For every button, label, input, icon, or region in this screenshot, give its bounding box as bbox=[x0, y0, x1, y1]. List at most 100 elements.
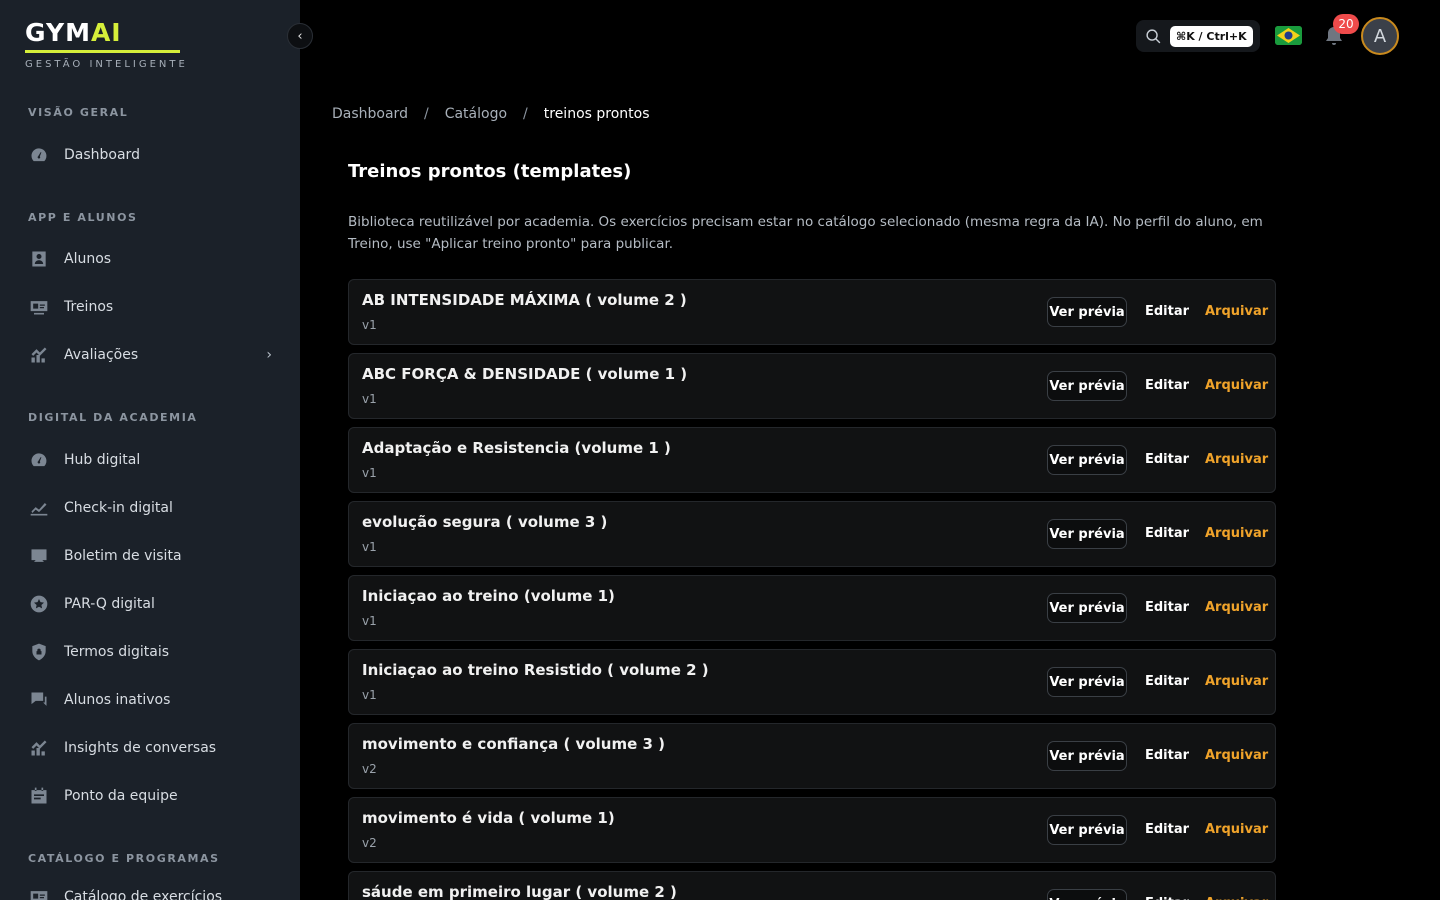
edit-button[interactable]: Editar bbox=[1145, 600, 1189, 615]
template-name: sáude em primeiro lugar ( volume 2 ) bbox=[362, 883, 677, 900]
templates-list: AB INTENSIDADE MÁXIMA ( volume 2 ) v1 Ver … bbox=[348, 279, 1276, 900]
breadcrumb-catalogo[interactable]: Catálogo bbox=[445, 106, 507, 122]
template-version: v1 bbox=[362, 318, 377, 332]
brand-name: GYMAI bbox=[25, 18, 188, 48]
gauge-icon bbox=[28, 145, 50, 165]
sidebar-item-dashboard[interactable]: Dashboard bbox=[28, 140, 278, 170]
edit-button[interactable]: Editar bbox=[1145, 896, 1189, 900]
gauge-icon bbox=[28, 450, 50, 470]
sidebar-collapse-button[interactable]: ‹ bbox=[287, 23, 313, 49]
sidebar-item-label: PAR-Q digital bbox=[64, 596, 155, 612]
sidebar-item-label: Dashboard bbox=[64, 147, 140, 163]
edit-button[interactable]: Editar bbox=[1145, 452, 1189, 467]
preview-button[interactable]: Ver prévia bbox=[1047, 889, 1127, 900]
archive-button[interactable]: Arquivar bbox=[1205, 822, 1268, 837]
brazil-flag-icon[interactable] bbox=[1275, 26, 1302, 45]
sidebar-item-label: Boletim de visita bbox=[64, 548, 182, 564]
sidebar-item-hub-digital[interactable]: Hub digital bbox=[28, 445, 278, 475]
brand-subtitle: GESTÃO INTELIGENTE bbox=[25, 59, 188, 70]
checkin-icon bbox=[28, 498, 50, 518]
preview-button[interactable]: Ver prévia bbox=[1047, 593, 1127, 623]
template-version: v1 bbox=[362, 392, 377, 406]
sidebar-item-label: Termos digitais bbox=[64, 644, 170, 660]
preview-button[interactable]: Ver prévia bbox=[1047, 815, 1127, 845]
edit-button[interactable]: Editar bbox=[1145, 304, 1189, 319]
archive-button[interactable]: Arquivar bbox=[1205, 452, 1268, 467]
sidebar-item-catalogo-exercicios[interactable]: Catálogo de exercícios bbox=[28, 882, 278, 900]
sidebar-item-label: Insights de conversas bbox=[64, 740, 217, 756]
sidebar-item-termos-digitais[interactable]: Termos digitais bbox=[28, 637, 278, 667]
lock-icon bbox=[28, 642, 50, 662]
template-name: ABC FORÇA & DENSIDADE ( volume 1 ) bbox=[362, 365, 688, 383]
sidebar-item-par-q-digital[interactable]: PAR-Q digital bbox=[28, 589, 278, 619]
template-version: v1 bbox=[362, 688, 377, 702]
template-name: movimento e confiança ( volume 3 ) bbox=[362, 735, 665, 753]
chart-icon bbox=[28, 345, 50, 365]
edit-button[interactable]: Editar bbox=[1145, 674, 1189, 689]
sidebar-item-label: Ponto da equipe bbox=[64, 788, 178, 804]
archive-button[interactable]: Arquivar bbox=[1205, 304, 1268, 319]
chevron-left-icon: ‹ bbox=[297, 28, 303, 44]
archive-button[interactable]: Arquivar bbox=[1205, 896, 1268, 900]
template-card: AB INTENSIDADE MÁXIMA ( volume 2 ) v1 Ver … bbox=[348, 279, 1276, 345]
preview-button[interactable]: Ver prévia bbox=[1047, 371, 1127, 401]
template-card: sáude em primeiro lugar ( volume 2 ) Ver … bbox=[348, 871, 1276, 900]
avatar[interactable]: A bbox=[1361, 17, 1399, 55]
preview-button[interactable]: Ver prévia bbox=[1047, 519, 1127, 549]
sidebar-item-label: Alunos inativos bbox=[64, 692, 171, 708]
archive-button[interactable]: Arquivar bbox=[1205, 378, 1268, 393]
template-name: Adaptação e Resistencia (volume 1 ) bbox=[362, 439, 671, 457]
notifications-badge: 20 bbox=[1333, 14, 1359, 34]
calendar-icon bbox=[28, 786, 50, 806]
sidebar-item-ponto-equipe[interactable]: Ponto da equipe bbox=[28, 781, 278, 811]
search-button[interactable]: ⌘K / Ctrl+K bbox=[1136, 20, 1260, 52]
section-label-app-alunos: APP E ALUNOS bbox=[28, 211, 138, 224]
preview-button[interactable]: Ver prévia bbox=[1047, 741, 1127, 771]
sidebar: GYMAI GESTÃO INTELIGENTE VISÃO GERAL Das… bbox=[0, 0, 300, 900]
edit-button[interactable]: Editar bbox=[1145, 526, 1189, 541]
brand-underline bbox=[25, 50, 180, 53]
chart-icon bbox=[28, 738, 50, 758]
section-label-digital-academia: DIGITAL DA ACADEMIA bbox=[28, 411, 198, 424]
search-shortcut-hint: ⌘K / Ctrl+K bbox=[1170, 25, 1253, 47]
sidebar-item-alunos-inativos[interactable]: Alunos inativos bbox=[28, 685, 278, 715]
brand-logo[interactable]: GYMAI GESTÃO INTELIGENTE bbox=[25, 18, 188, 70]
preview-button[interactable]: Ver prévia bbox=[1047, 667, 1127, 697]
archive-button[interactable]: Arquivar bbox=[1205, 748, 1268, 763]
template-version: v1 bbox=[362, 466, 377, 480]
breadcrumb-current: treinos prontos bbox=[543, 106, 650, 122]
chevron-right-icon[interactable]: › bbox=[266, 347, 272, 363]
archive-button[interactable]: Arquivar bbox=[1205, 600, 1268, 615]
template-card: Iniciaçao ao treino (volume 1) v1 Ver prév… bbox=[348, 575, 1276, 641]
page-title: Treinos prontos (templates) bbox=[348, 161, 632, 182]
preview-button[interactable]: Ver prévia bbox=[1047, 297, 1127, 327]
breadcrumb-dashboard[interactable]: Dashboard bbox=[332, 106, 408, 122]
sidebar-item-label: Alunos bbox=[64, 251, 112, 267]
archive-button[interactable]: Arquivar bbox=[1205, 674, 1268, 689]
sidebar-item-insights-conversas[interactable]: Insights de conversas bbox=[28, 733, 278, 763]
sidebar-item-avaliacoes[interactable]: Avaliações › bbox=[28, 340, 278, 370]
board-icon bbox=[28, 546, 50, 566]
template-version: v2 bbox=[362, 762, 377, 776]
id-card-icon bbox=[28, 297, 50, 317]
sidebar-item-treinos[interactable]: Treinos bbox=[28, 292, 278, 322]
brand-name-part1: GYM bbox=[25, 18, 91, 47]
template-name: Iniciaçao ao treino (volume 1) bbox=[362, 587, 615, 605]
edit-button[interactable]: Editar bbox=[1145, 822, 1189, 837]
edit-button[interactable]: Editar bbox=[1145, 378, 1189, 393]
sidebar-item-alunos[interactable]: Alunos bbox=[28, 244, 278, 274]
sidebar-item-boletim-visita[interactable]: Boletim de visita bbox=[28, 541, 278, 571]
preview-button[interactable]: Ver prévia bbox=[1047, 445, 1127, 475]
sidebar-item-check-in-digital[interactable]: Check-in digital bbox=[28, 493, 278, 523]
template-name: movimento é vida ( volume 1) bbox=[362, 809, 615, 827]
section-label-visao-geral: VISÃO GERAL bbox=[28, 106, 129, 119]
archive-button[interactable]: Arquivar bbox=[1205, 526, 1268, 541]
template-version: v2 bbox=[362, 836, 377, 850]
edit-button[interactable]: Editar bbox=[1145, 748, 1189, 763]
sidebar-item-label: Catálogo de exercícios bbox=[64, 889, 223, 900]
sidebar-item-label: Avaliações bbox=[64, 347, 139, 363]
sidebar-item-label: Treinos bbox=[64, 299, 114, 315]
sidebar-item-label: Check-in digital bbox=[64, 500, 173, 516]
template-name: AB INTENSIDADE MÁXIMA ( volume 2 ) bbox=[362, 291, 687, 309]
template-card: Iniciaçao ao treino Resistido ( volume 2… bbox=[348, 649, 1276, 715]
